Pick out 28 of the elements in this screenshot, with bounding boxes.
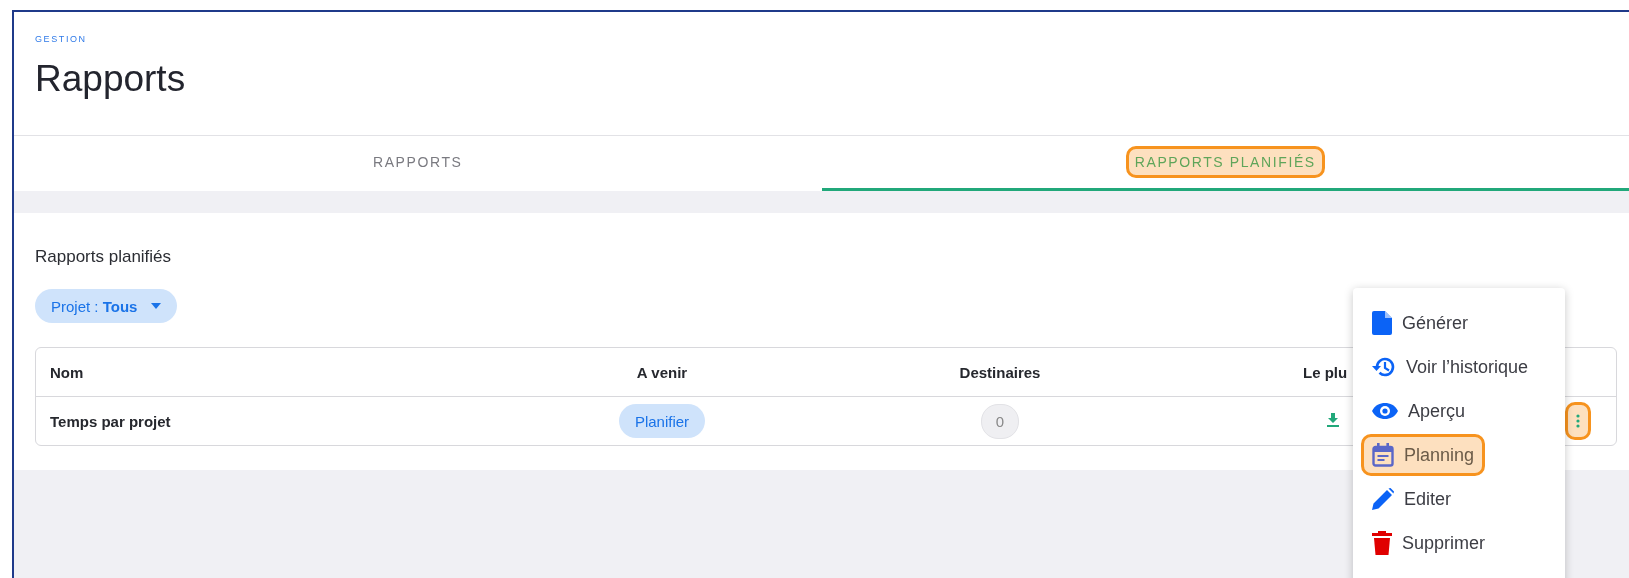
eye-icon [1372, 403, 1398, 419]
calendar-icon [1372, 443, 1394, 467]
history-icon [1372, 356, 1396, 378]
tab[interactable]: RAPPORTS [14, 136, 822, 191]
menu-item[interactable]: Supprimer [1361, 522, 1497, 564]
column-header: Nom [50, 363, 84, 381]
column-header: Le plu [1303, 363, 1348, 381]
more-options-button[interactable] [1565, 402, 1591, 440]
section-label: GESTION [35, 34, 88, 44]
section-title: Rapports planifiés [35, 247, 173, 267]
pencil-icon [1372, 488, 1394, 510]
column-header: Destinaires [959, 363, 1041, 381]
document-icon [1372, 311, 1392, 335]
schedule-button[interactable]: Planifier [618, 404, 706, 438]
more-icon [1576, 414, 1580, 428]
project-filter-chip[interactable]: Projet : Tous [35, 289, 178, 323]
menu-item[interactable]: Voir l’historique [1361, 346, 1540, 388]
download-icon[interactable] [1327, 412, 1339, 427]
trash-icon [1372, 531, 1392, 555]
page-title: Rapports [35, 58, 187, 100]
menu-item[interactable]: Générer [1361, 302, 1480, 344]
table-cell: Temps par projet [50, 412, 171, 430]
menu-item[interactable]: Editer [1361, 478, 1463, 520]
column-header: A venir [636, 363, 688, 381]
caret-icon [151, 303, 162, 309]
recipient-count: 0 [980, 403, 1020, 439]
menu-item[interactable]: Planning [1361, 434, 1486, 476]
menu-item[interactable]: Aperçu [1361, 390, 1477, 432]
